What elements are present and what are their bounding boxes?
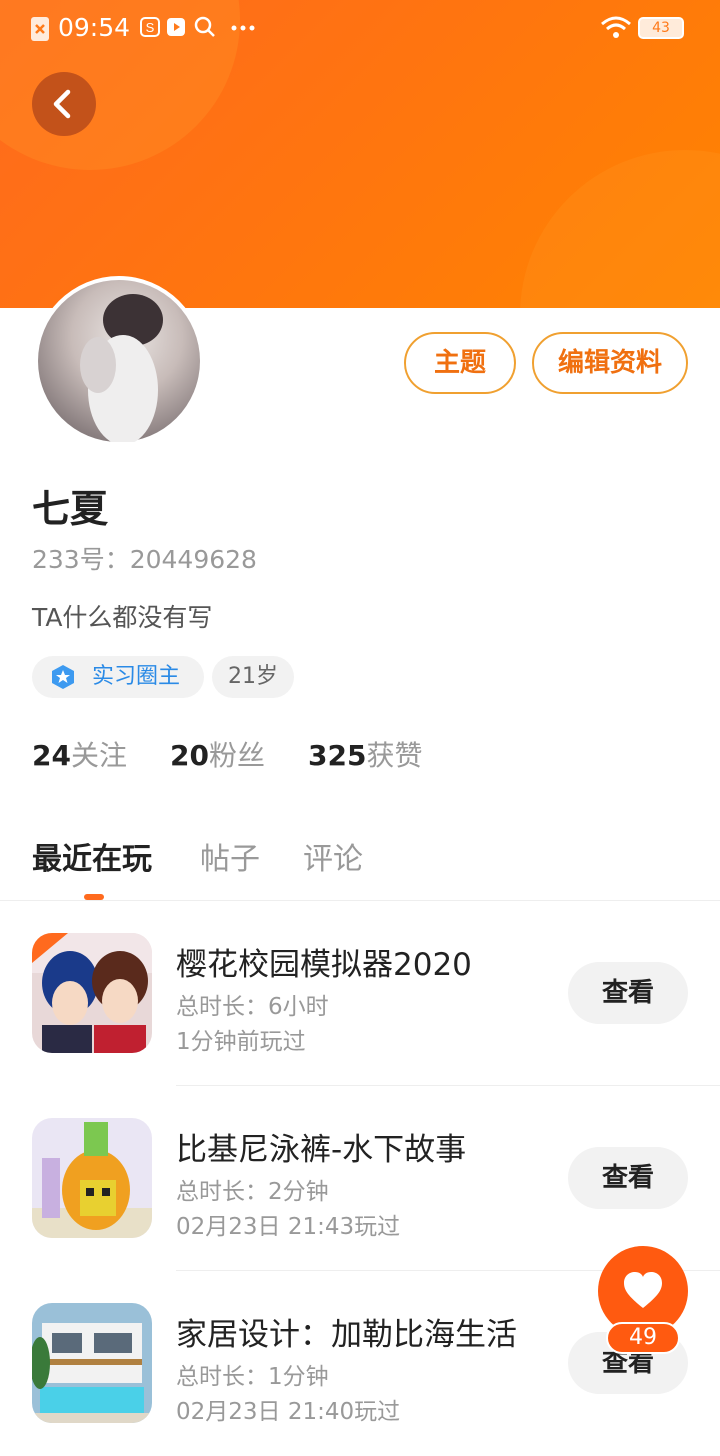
profile-name: 七夏	[32, 487, 109, 531]
status-bar: 09:54 S 43	[0, 0, 720, 56]
view-button[interactable]: 查看	[568, 1147, 688, 1209]
star-badge-icon	[52, 665, 74, 689]
game-title: 家居设计：加勒比海生活	[176, 1317, 517, 1353]
game-icon	[32, 933, 152, 1053]
banner-decoration	[520, 150, 720, 308]
game-duration: 总时长：1分钟	[176, 1364, 329, 1390]
role-badge-label: 实习圈主	[92, 664, 181, 689]
game-icon	[32, 1118, 152, 1238]
following-stat[interactable]: 24关注	[32, 734, 127, 774]
like-count-badge: 49	[606, 1322, 680, 1354]
game-icon	[32, 1303, 152, 1423]
search-icon	[194, 16, 215, 37]
profile-uid: 233号：20449628	[32, 545, 257, 574]
back-button[interactable]	[32, 72, 96, 136]
game-title: 樱花校园模拟器2020	[176, 947, 472, 983]
list-item[interactable]: 比基尼泳裤-水下故事 总时长：2分钟 02月23日 21:43玩过 查看	[0, 1086, 720, 1271]
profile-bio: TA什么都没有写	[32, 603, 213, 632]
avatar-image	[38, 280, 200, 445]
theme-button[interactable]: 主题	[404, 332, 516, 394]
battery-icon: 43	[638, 17, 684, 39]
followers-stat[interactable]: 20粉丝	[170, 734, 265, 774]
more-icon	[231, 25, 255, 31]
game-last-played: 02月23日 21:43玩过	[176, 1214, 401, 1240]
view-button[interactable]: 查看	[568, 962, 688, 1024]
video-app-icon	[167, 18, 185, 36]
notification-app-icon: S	[140, 17, 160, 37]
tab-comments[interactable]: 评论	[303, 834, 363, 878]
game-duration: 总时长：2分钟	[176, 1179, 329, 1205]
tab-posts[interactable]: 帖子	[200, 834, 260, 878]
profile-header-banner: 09:54 S 43	[0, 0, 720, 308]
back-arrow-icon	[53, 89, 71, 119]
list-item[interactable]: 樱花校园模拟器2020 总时长：6小时 1分钟前玩过 查看	[0, 901, 720, 1086]
svg-text:S: S	[146, 20, 155, 35]
age-tag: 21岁	[212, 656, 294, 698]
edit-profile-button[interactable]: 编辑资料	[532, 332, 688, 394]
status-time: 09:54	[58, 13, 131, 42]
wifi-icon	[601, 16, 631, 38]
likes-stat[interactable]: 325获赞	[308, 734, 422, 774]
avatar[interactable]	[34, 276, 204, 446]
game-title: 比基尼泳裤-水下故事	[176, 1132, 467, 1168]
tab-recently-played[interactable]: 最近在玩	[32, 834, 152, 878]
game-duration: 总时长：6小时	[176, 994, 329, 1020]
sim-off-icon	[31, 17, 49, 41]
role-badge[interactable]: 实习圈主	[32, 656, 204, 698]
game-last-played: 1分钟前玩过	[176, 1029, 306, 1055]
game-last-played: 02月23日 21:40玩过	[176, 1399, 401, 1425]
